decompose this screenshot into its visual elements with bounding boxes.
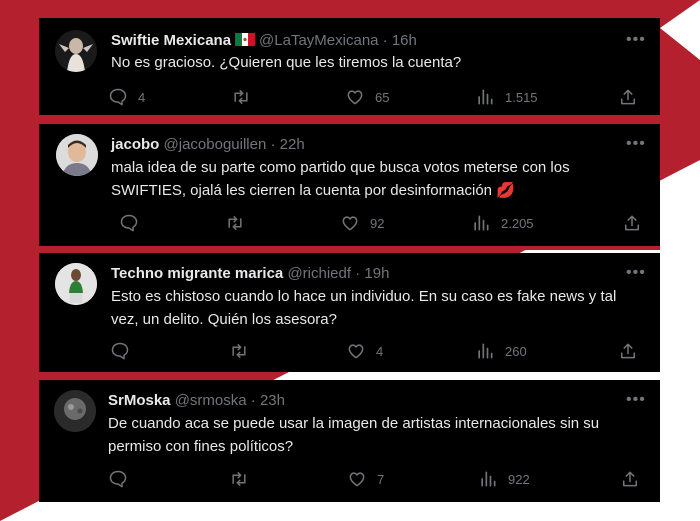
views-icon	[475, 87, 495, 107]
more-icon[interactable]: •••	[626, 392, 646, 408]
like-icon	[340, 213, 360, 233]
timestamp[interactable]: 22h	[280, 136, 305, 153]
views-count: 922	[508, 471, 530, 487]
views-count: 1.515	[505, 89, 538, 105]
like-button[interactable]: 65	[345, 87, 389, 107]
tweet-card[interactable]: Techno migrante marica @richiedf · 19h •…	[39, 253, 660, 372]
reply-icon	[108, 87, 128, 107]
reply-button[interactable]	[119, 213, 139, 233]
tweet-text-line: mala idea de su parte como partido que b…	[111, 159, 570, 176]
tweet-text: No es gracioso. ¿Quieren que les tiremos…	[111, 54, 462, 71]
tweet-text-line: SWIFTIES, ojalá les cierren la cuenta po…	[111, 182, 515, 199]
like-count: 92	[370, 215, 385, 231]
reply-button[interactable]	[110, 341, 130, 361]
timestamp[interactable]: 19h	[364, 265, 389, 282]
views-icon	[471, 213, 491, 233]
tweet-card[interactable]: Swiftie Mexicana @LaTayMexicana · 16h •••…	[39, 18, 660, 115]
share-icon	[618, 87, 638, 107]
views-button[interactable]: 1.515	[475, 87, 538, 107]
views-button[interactable]: 2.205	[471, 213, 534, 233]
tweet-text: mala idea de su parte como partido que b…	[111, 156, 570, 202]
like-count: 4	[376, 343, 384, 359]
tweet-card[interactable]: SrMoska @srmoska · 23h ••• De cuando aca…	[39, 380, 660, 502]
like-button[interactable]: 4	[346, 341, 383, 361]
reply-count: 4	[138, 89, 146, 105]
share-button[interactable]	[622, 213, 642, 233]
retweet-button[interactable]	[229, 341, 249, 361]
avatar[interactable]	[54, 390, 96, 432]
more-icon[interactable]: •••	[626, 265, 646, 281]
share-icon	[620, 469, 640, 489]
avatar[interactable]	[56, 134, 98, 176]
share-button[interactable]	[620, 469, 640, 489]
more-icon[interactable]: •••	[626, 136, 646, 152]
tweet-text-line: Esto es chistoso cuando lo hace un indiv…	[111, 288, 617, 305]
retweet-button[interactable]	[225, 213, 245, 233]
share-button[interactable]	[618, 87, 638, 107]
share-icon	[618, 341, 638, 361]
like-icon	[347, 469, 367, 489]
tweet-text-line: vez, un delito. Quién los asesora?	[111, 311, 337, 328]
like-icon	[346, 341, 366, 361]
user-handle[interactable]: @LaTayMexicana	[259, 32, 378, 49]
share-button[interactable]	[618, 341, 638, 361]
retweet-button[interactable]	[231, 87, 251, 107]
like-icon	[345, 87, 365, 107]
user-handle[interactable]: @richiedf	[287, 265, 351, 282]
reply-icon	[108, 469, 128, 489]
like-button[interactable]: 7	[347, 469, 384, 489]
more-icon[interactable]: •••	[626, 32, 646, 48]
retweet-icon	[229, 341, 249, 361]
avatar[interactable]	[55, 30, 97, 72]
reply-button[interactable]	[108, 469, 128, 489]
user-handle[interactable]: @srmoska	[175, 392, 247, 409]
retweet-icon	[231, 87, 251, 107]
views-icon	[475, 341, 495, 361]
views-count: 2.205	[501, 215, 534, 231]
tweet-text-line: De cuando aca se puede usar la imagen de…	[108, 415, 600, 432]
reply-button[interactable]: 4	[108, 87, 145, 107]
display-name[interactable]: Swiftie Mexicana	[111, 32, 231, 49]
display-name[interactable]: SrMoska	[108, 392, 171, 409]
like-count: 65	[375, 89, 390, 105]
views-button[interactable]: 260	[475, 341, 527, 361]
reply-icon	[119, 213, 139, 233]
tweet-text: De cuando aca se puede usar la imagen de…	[108, 412, 599, 458]
tweet-text-line: permiso con fines políticos?	[108, 438, 294, 455]
views-icon	[478, 469, 498, 489]
timestamp[interactable]: 23h	[260, 392, 285, 409]
reply-icon	[110, 341, 130, 361]
views-button[interactable]: 922	[478, 469, 530, 489]
avatar[interactable]	[55, 263, 97, 305]
mexico-flag-icon	[235, 33, 256, 46]
user-handle[interactable]: @jacoboguillen	[164, 136, 267, 153]
retweet-icon	[225, 213, 245, 233]
views-count: 260	[505, 343, 527, 359]
retweet-icon	[229, 469, 249, 489]
display-name[interactable]: Techno migrante marica	[111, 265, 283, 282]
share-icon	[622, 213, 642, 233]
retweet-button[interactable]	[229, 469, 249, 489]
tweet-card[interactable]: jacobo @jacoboguillen · 22h ••• mala ide…	[39, 124, 660, 246]
like-count: 7	[377, 471, 385, 487]
tweet-text: Esto es chistoso cuando lo hace un indiv…	[111, 285, 616, 331]
timestamp[interactable]: 16h	[392, 32, 417, 49]
like-button[interactable]: 92	[340, 213, 384, 233]
display-name[interactable]: jacobo	[111, 136, 159, 153]
